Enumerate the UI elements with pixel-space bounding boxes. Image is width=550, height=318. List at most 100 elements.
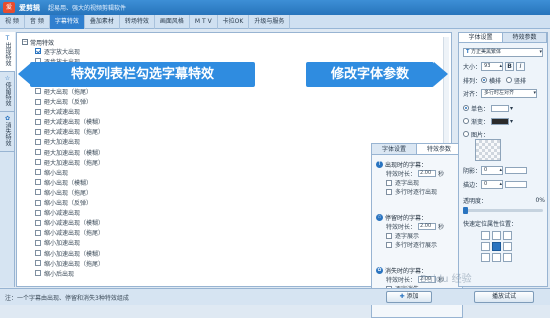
align-select[interactable]: 多行时左对齐 ▾ bbox=[481, 88, 538, 98]
opacity-slider-knob[interactable] bbox=[463, 207, 468, 214]
effect-checkbox[interactable] bbox=[35, 88, 41, 95]
font-panel-tab-1[interactable]: 特效参数 bbox=[503, 33, 547, 42]
option-checkbox[interactable] bbox=[386, 188, 392, 195]
option-checkbox[interactable] bbox=[386, 232, 392, 239]
effect-list-item[interactable]: 砸大出现（拖尾） bbox=[35, 87, 92, 96]
menu-tab-5[interactable]: 画面风格 bbox=[155, 15, 190, 29]
callout-left: 特效列表栏勾选字幕特效 bbox=[30, 62, 255, 87]
arrange-horizontal-radio[interactable] bbox=[481, 77, 488, 83]
vtab-2[interactable]: ✿ 消失特效 bbox=[0, 112, 15, 152]
effect-checkbox[interactable] bbox=[35, 199, 41, 206]
effect-checkbox[interactable] bbox=[35, 48, 41, 54]
add-effect-button[interactable]: ✚ 添加 bbox=[386, 291, 432, 303]
vtab-0[interactable]: T 出现特效 bbox=[0, 32, 15, 72]
shadow-color-swatch[interactable] bbox=[505, 166, 528, 174]
single-color-swatch[interactable] bbox=[491, 104, 510, 112]
effect-list-item[interactable]: 缩小减速出现（拖尾） bbox=[35, 229, 104, 237]
spin-icon: ▴ bbox=[499, 62, 503, 69]
tree-root-common-effects[interactable]: − 常用特效 bbox=[22, 38, 54, 47]
effect-checkbox[interactable] bbox=[35, 219, 41, 226]
effect-checkbox[interactable] bbox=[35, 169, 41, 176]
effect-list-item[interactable]: 缩小出现（拖尾） bbox=[35, 188, 92, 197]
sub-tab-0[interactable]: 字体设置 bbox=[372, 144, 417, 154]
effect-checkbox[interactable] bbox=[35, 179, 41, 186]
effect-list-item[interactable]: 缩小后出现 bbox=[35, 269, 74, 278]
chevron-down-icon[interactable]: ▾ bbox=[510, 118, 513, 125]
sub-tab-1[interactable]: 特效参数 bbox=[417, 144, 462, 154]
font-panel-tab-0[interactable]: 字体设置 bbox=[459, 33, 503, 42]
effect-checkbox[interactable] bbox=[35, 209, 41, 216]
effect-list-item[interactable]: 缩小出现（模糊） bbox=[35, 178, 92, 187]
effect-checkbox[interactable] bbox=[35, 250, 41, 256]
font-size-input[interactable]: 93 ▴ bbox=[481, 61, 504, 71]
menu-tab-4[interactable]: 转场特效 bbox=[120, 15, 155, 29]
menu-tab-0[interactable]: 视 频 bbox=[0, 15, 25, 29]
font-select[interactable]: T 方正美黑繁体 ▾ bbox=[463, 47, 543, 57]
effect-checkbox[interactable] bbox=[35, 118, 41, 125]
fill-gradient-radio[interactable] bbox=[463, 118, 469, 124]
menu-tab-3[interactable]: 叠加素材 bbox=[85, 15, 120, 29]
fill-single-radio[interactable] bbox=[463, 105, 469, 111]
position-cell-1[interactable] bbox=[492, 231, 501, 240]
stroke-color-swatch[interactable] bbox=[505, 180, 528, 188]
effect-list-item[interactable]: 缩小加速出现 bbox=[35, 239, 80, 247]
menu-tab-8[interactable]: 升级与服务 bbox=[249, 15, 291, 29]
effect-list-item[interactable]: 缩小出现（反弹） bbox=[35, 199, 92, 207]
duration-input[interactable]: 2.00 bbox=[418, 170, 437, 177]
effect-list-item[interactable]: 缩小加速出现（拖尾） bbox=[35, 259, 104, 268]
preview-button[interactable]: 播放试试 bbox=[474, 291, 534, 303]
effect-list-item[interactable]: 砸大加速出现 bbox=[35, 138, 80, 146]
opacity-slider[interactable] bbox=[463, 207, 543, 214]
position-cell-5[interactable] bbox=[503, 242, 512, 251]
tree-collapse-icon[interactable]: − bbox=[22, 39, 28, 45]
effect-list-item[interactable]: 砸大减速出现 bbox=[35, 108, 80, 116]
effect-checkbox[interactable] bbox=[35, 138, 41, 145]
menu-tab-1[interactable]: 音 频 bbox=[25, 15, 50, 29]
effect-list-item[interactable]: 缩小出现 bbox=[35, 168, 68, 177]
option-checkbox[interactable] bbox=[386, 179, 392, 186]
effect-list-item[interactable]: 砸大加速出现（拖尾） bbox=[35, 158, 104, 167]
menu-tab-2[interactable]: 字幕特效 bbox=[49, 15, 85, 29]
effect-list-item[interactable]: 砸大减速出现（模糊） bbox=[35, 118, 104, 126]
section-type-icon: T bbox=[376, 161, 383, 168]
menu-tab-7[interactable]: 卡拉OK bbox=[218, 15, 250, 29]
effect-checkbox[interactable] bbox=[35, 189, 41, 196]
effect-checkbox[interactable] bbox=[35, 270, 41, 277]
position-cell-3[interactable] bbox=[481, 242, 490, 251]
effect-checkbox[interactable] bbox=[35, 98, 41, 105]
position-cell-0[interactable] bbox=[481, 231, 490, 240]
effect-checkbox[interactable] bbox=[35, 149, 41, 155]
effect-list-item[interactable]: 缩小减速出现（模糊） bbox=[35, 219, 104, 227]
italic-button[interactable]: I bbox=[516, 61, 526, 71]
effect-list-item[interactable]: 砸大减速出现（拖尾） bbox=[35, 128, 104, 136]
position-cell-2[interactable] bbox=[503, 231, 512, 240]
duration-input[interactable]: 2.00 bbox=[418, 223, 437, 230]
fill-image-preview[interactable] bbox=[475, 139, 501, 161]
chevron-down-icon[interactable]: ▾ bbox=[510, 105, 513, 112]
vtab-1[interactable]: ☆ 停留特效 bbox=[0, 72, 15, 112]
gradient-color-swatch[interactable] bbox=[491, 117, 510, 125]
menu-tab-6[interactable]: M T V bbox=[190, 15, 218, 29]
effect-checkbox[interactable] bbox=[35, 239, 41, 246]
effect-checkbox[interactable] bbox=[35, 260, 41, 267]
fill-image-row: 图片： bbox=[463, 129, 545, 139]
stroke-input[interactable]: 0 ▴ bbox=[481, 179, 504, 189]
shadow-input[interactable]: 0 ▴ bbox=[481, 165, 504, 175]
bold-button[interactable]: B bbox=[505, 61, 515, 71]
effect-list-item[interactable]: 砸大出现（反弹） bbox=[35, 98, 92, 106]
position-cell-7[interactable] bbox=[492, 253, 501, 262]
arrange-vertical-radio[interactable] bbox=[506, 77, 513, 83]
option-checkbox[interactable] bbox=[386, 241, 392, 248]
effect-checkbox[interactable] bbox=[35, 128, 41, 135]
effect-list-item[interactable]: 砸大加速出现（模糊） bbox=[35, 148, 104, 157]
effect-checkbox[interactable] bbox=[35, 159, 41, 166]
position-cell-8[interactable] bbox=[503, 253, 512, 262]
effect-checkbox[interactable] bbox=[35, 108, 41, 115]
effect-checkbox[interactable] bbox=[35, 229, 41, 236]
effect-list-item[interactable]: 缩小加速出现（模糊） bbox=[35, 249, 104, 258]
position-cell-6[interactable] bbox=[481, 253, 490, 262]
effect-list-item[interactable]: 缩小减速出现 bbox=[35, 209, 80, 217]
fill-image-radio[interactable] bbox=[463, 131, 469, 137]
position-cell-4[interactable] bbox=[492, 242, 501, 251]
effect-list-item[interactable]: 逐字放大出现 bbox=[35, 47, 80, 56]
